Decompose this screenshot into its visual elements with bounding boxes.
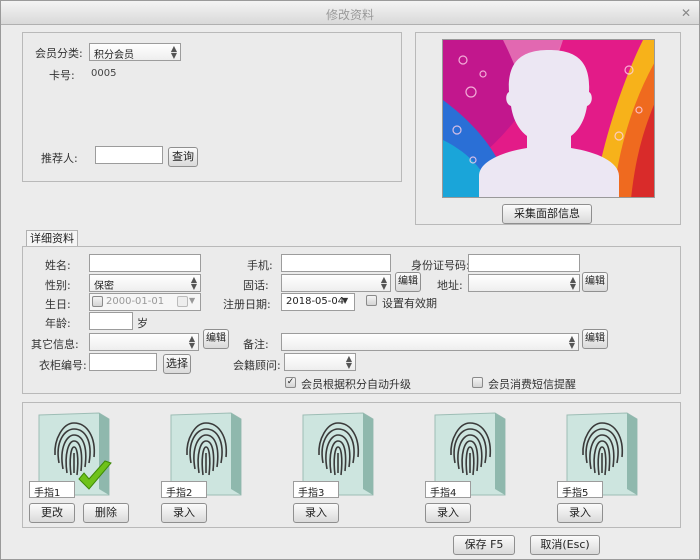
spinner-arrows-icon: ▲ ▼ — [569, 275, 576, 291]
finger-label: 手指3 — [293, 481, 339, 499]
title-bar[interactable]: 修改资料 ✕ — [1, 1, 699, 25]
card-label: 卡号: — [49, 69, 75, 82]
finger-label: 手指2 — [161, 481, 207, 499]
mobile-label: 手机: — [247, 259, 273, 272]
landline-label: 固话: — [243, 279, 269, 292]
id-number-label: 身份证号码: — [411, 259, 470, 272]
spinner-arrows-icon: ▲ ▼ — [190, 275, 197, 291]
gender-label: 性别: — [45, 279, 71, 292]
spinner-arrows-icon: ▲ ▼ — [188, 334, 195, 350]
spinner-arrows-icon: ▲ ▼ — [345, 354, 352, 370]
sms-reminder-label: 会员消费短信提醒 — [488, 378, 576, 391]
finger-label: 手指4 — [425, 481, 471, 499]
spinner-arrows-icon: ▲ ▼ — [568, 334, 575, 350]
enroll-finger-button[interactable]: 录入 — [293, 503, 339, 523]
edit-profile-window: 修改资料 ✕ 会员分类: 积分会员 ▲ ▼ 卡号: 0005 推荐人: 查询 采… — [0, 0, 700, 560]
query-button[interactable]: 查询 — [168, 147, 198, 167]
id-number-input[interactable] — [468, 254, 580, 272]
birthday-enable-checkbox[interactable] — [92, 296, 103, 307]
address-label: 地址: — [437, 279, 463, 292]
advisor-label: 会籍顾问: — [233, 359, 281, 372]
category-select[interactable]: 积分会员 ▲ ▼ — [89, 43, 181, 61]
advisor-select[interactable]: ▲ ▼ — [284, 353, 356, 371]
validity-checkbox[interactable] — [366, 295, 377, 306]
spinner-arrows-icon: ▲ ▼ — [170, 44, 177, 60]
other-info-label: 其它信息: — [31, 338, 79, 351]
enroll-finger-button[interactable]: 录入 — [425, 503, 471, 523]
category-label: 会员分类: — [35, 47, 83, 60]
remark-label: 备注: — [243, 338, 269, 351]
enrolled-check-icon — [75, 457, 115, 500]
spinner-arrows-icon: ▲ ▼ — [380, 275, 387, 291]
birthday-dropdown-checkbox[interactable] — [177, 296, 188, 307]
name-input[interactable] — [89, 254, 201, 272]
select-locker-button[interactable]: 选择 — [163, 354, 191, 374]
address-select[interactable]: ▲ ▼ — [468, 274, 580, 292]
auto-upgrade-checkbox[interactable]: ✓ — [285, 377, 296, 388]
delete-finger-button[interactable]: 删除 — [83, 503, 129, 523]
age-unit: 岁 — [137, 317, 148, 330]
referrer-label: 推荐人: — [41, 152, 78, 165]
fingerprint-slot — [433, 411, 506, 496]
change-finger-button[interactable]: 更改 — [29, 503, 75, 523]
gender-value: 保密 — [94, 281, 114, 292]
edit-other-info-button[interactable]: 编辑 — [203, 329, 229, 349]
category-value: 积分会员 — [94, 50, 134, 61]
capture-face-button[interactable]: 采集面部信息 — [502, 204, 592, 224]
window-title: 修改资料 — [325, 8, 374, 22]
register-date-label: 注册日期: — [223, 298, 271, 311]
auto-upgrade-label: 会员根据积分自动升级 — [301, 378, 411, 391]
fingerprint-slot — [565, 411, 638, 496]
register-date-value: 2018-05-04 — [286, 296, 345, 307]
fingerprint-slot — [301, 411, 374, 496]
locker-input[interactable] — [89, 353, 157, 371]
edit-remark-button[interactable]: 编辑 — [582, 329, 608, 349]
enroll-finger-button[interactable]: 录入 — [161, 503, 207, 523]
birthday-value: 2000-01-01 — [106, 296, 165, 307]
finger-label: 手指1 — [29, 481, 75, 499]
tab-detail-info[interactable]: 详细资料 — [26, 230, 78, 247]
close-icon[interactable]: ✕ — [679, 6, 693, 20]
cancel-button[interactable]: 取消(Esc) — [530, 535, 600, 555]
edit-landline-button[interactable]: 编辑 — [395, 272, 421, 292]
locker-label: 衣柜编号: — [39, 359, 87, 372]
finger-label: 手指5 — [557, 481, 603, 499]
edit-address-button[interactable]: 编辑 — [582, 272, 608, 292]
chevron-down-icon[interactable]: ▼ — [189, 296, 195, 305]
enroll-finger-button[interactable]: 录入 — [557, 503, 603, 523]
card-number: 0005 — [91, 68, 117, 79]
referrer-input[interactable] — [95, 146, 163, 164]
name-label: 姓名: — [45, 259, 71, 272]
remark-select[interactable]: ▲ ▼ — [281, 333, 579, 351]
sms-reminder-checkbox[interactable] — [472, 377, 483, 388]
mobile-input[interactable] — [281, 254, 391, 272]
fingerprint-slot — [169, 411, 242, 496]
other-info-select[interactable]: ▲ ▼ — [89, 333, 199, 351]
age-label: 年龄: — [45, 317, 71, 330]
birthday-label: 生日: — [45, 298, 71, 311]
save-button[interactable]: 保存 F5 — [453, 535, 515, 555]
avatar-placeholder-image — [443, 40, 654, 197]
validity-label: 设置有效期 — [382, 297, 437, 310]
age-input[interactable] — [89, 312, 133, 330]
gender-select[interactable]: 保密 ▲ ▼ — [89, 274, 201, 292]
chevron-down-icon[interactable]: ▼ — [342, 296, 348, 305]
member-photo — [442, 39, 655, 198]
landline-select[interactable]: ▲ ▼ — [281, 274, 391, 292]
